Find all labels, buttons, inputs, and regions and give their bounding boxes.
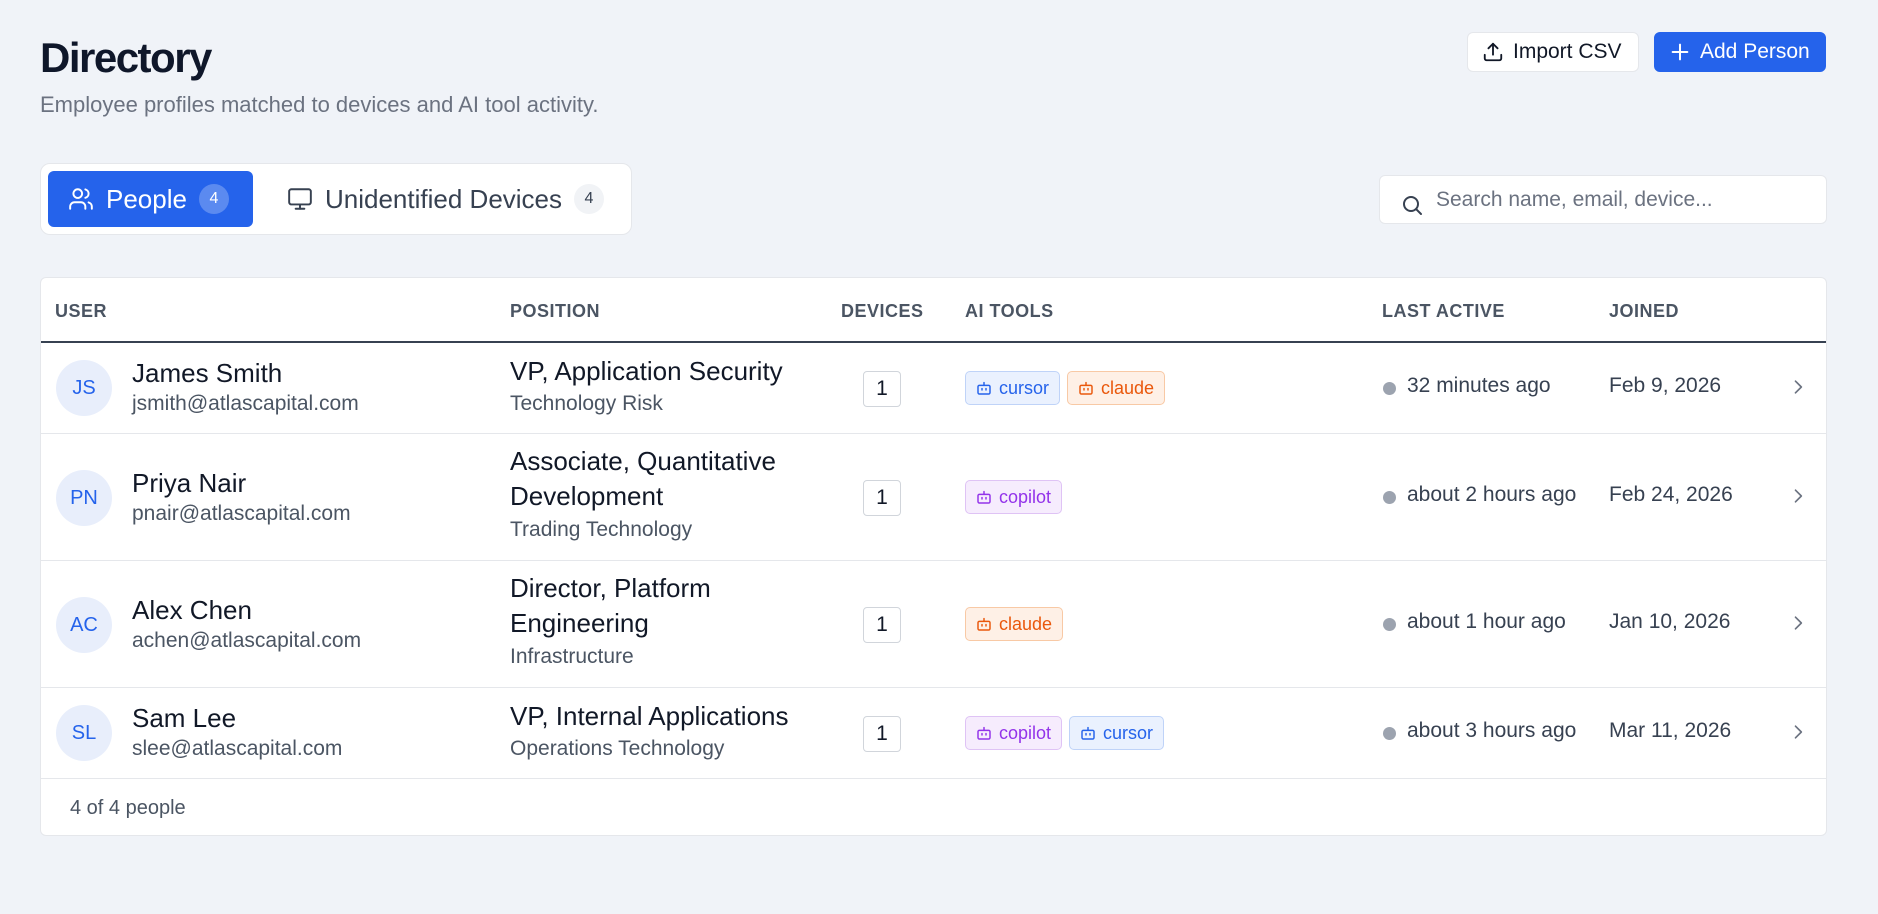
device-count[interactable]: 1 xyxy=(863,716,901,752)
ai-tools: claude xyxy=(965,607,1064,641)
position-department: Infrastructure xyxy=(510,645,634,668)
joined-date: Feb 9, 2026 xyxy=(1609,374,1722,397)
user-email: jsmith@atlascapital.com xyxy=(132,392,359,415)
user-email: pnair@atlascapital.com xyxy=(132,502,351,525)
device-count[interactable]: 1 xyxy=(863,607,901,643)
tool-tag-label: copilot xyxy=(999,486,1052,507)
tool-tag-label: copilot xyxy=(999,722,1052,743)
plus-icon xyxy=(1671,43,1689,61)
monitor-icon xyxy=(288,188,312,210)
tab-people-count: 4 xyxy=(198,184,229,214)
last-active: about 3 hours ago xyxy=(1407,719,1577,742)
column-header-user[interactable]: USER xyxy=(55,301,107,322)
tool-tag-claude[interactable]: claude xyxy=(965,607,1064,641)
chevron-right-icon[interactable] xyxy=(1788,613,1808,633)
position-title: VP, Internal Applications xyxy=(510,701,789,731)
user-name: James Smith xyxy=(132,358,283,388)
user-name: Sam Lee xyxy=(132,703,237,733)
table-row[interactable]: SL Sam Lee slee@atlascapital.com VP, Int… xyxy=(41,688,1826,779)
tool-tag-cursor[interactable]: cursor xyxy=(965,371,1061,405)
avatar: SL xyxy=(56,705,112,761)
joined-date: Feb 24, 2026 xyxy=(1609,483,1733,506)
position-title: Associate, Quantitative Development xyxy=(510,446,776,511)
directory-tabs: People 4 Unidentified Devices 4 xyxy=(40,163,632,235)
tool-tag-label: cursor xyxy=(1103,722,1154,743)
chevron-right-icon[interactable] xyxy=(1788,377,1808,397)
ai-tools: copilot xyxy=(965,480,1063,514)
tool-tag-cursor[interactable]: cursor xyxy=(1069,716,1165,750)
tool-tag-label: claude xyxy=(1101,377,1155,398)
joined-date: Jan 10, 2026 xyxy=(1609,610,1731,633)
tool-tag-claude[interactable]: claude xyxy=(1067,371,1166,405)
avatar: JS xyxy=(56,360,112,416)
device-count[interactable]: 1 xyxy=(863,480,901,516)
search-icon xyxy=(1403,196,1422,215)
users-icon xyxy=(69,188,93,210)
table-footer-count: 4 of 4 people xyxy=(70,797,186,819)
bot-icon xyxy=(977,617,991,631)
position-department: Trading Technology xyxy=(510,518,693,541)
status-dot xyxy=(1383,382,1396,395)
tab-unidentified-devices-label: Unidentified Devices xyxy=(325,183,563,214)
avatar: AC xyxy=(56,597,112,653)
tab-people[interactable]: People 4 xyxy=(48,171,253,227)
position-title: Director, Platform Engineering xyxy=(510,573,711,638)
position-title: VP, Application Security xyxy=(510,356,783,386)
ai-tools: cursor claude xyxy=(965,371,1166,405)
bot-icon xyxy=(1081,726,1095,740)
joined-date: Mar 11, 2026 xyxy=(1609,719,1732,742)
avatar: PN xyxy=(56,470,112,526)
tool-tag-copilot[interactable]: copilot xyxy=(965,480,1063,514)
column-header-devices[interactable]: DEVICES xyxy=(841,301,924,322)
chevron-right-icon[interactable] xyxy=(1788,722,1808,742)
user-email: slee@atlascapital.com xyxy=(132,737,343,760)
last-active: about 2 hours ago xyxy=(1407,483,1577,506)
column-header-last-active[interactable]: LAST ACTIVE xyxy=(1382,301,1505,322)
import-csv-label: Import CSV xyxy=(1513,40,1622,63)
table-row[interactable]: PN Priya Nair pnair@atlascapital.com Ass… xyxy=(41,434,1826,561)
table-row[interactable]: AC Alex Chen achen@atlascapital.com Dire… xyxy=(41,561,1826,688)
status-dot xyxy=(1383,491,1396,504)
bot-icon xyxy=(977,381,991,395)
search-input[interactable] xyxy=(1436,176,1816,223)
add-person-button[interactable]: Add Person xyxy=(1654,32,1826,72)
bot-icon xyxy=(977,490,991,504)
tool-tag-label: cursor xyxy=(999,377,1050,398)
status-dot xyxy=(1383,618,1396,631)
last-active: about 1 hour ago xyxy=(1407,610,1566,633)
user-name: Alex Chen xyxy=(132,595,252,625)
user-name: Priya Nair xyxy=(132,468,247,498)
table-header: USER POSITION DEVICES AI TOOLS LAST ACTI… xyxy=(41,278,1826,343)
column-header-position[interactable]: POSITION xyxy=(510,301,600,322)
add-person-label: Add Person xyxy=(1700,40,1810,63)
tab-unidentified-devices[interactable]: Unidentified Devices 4 xyxy=(261,171,624,227)
upload-icon xyxy=(1483,42,1503,62)
status-dot xyxy=(1383,727,1396,740)
position-department: Operations Technology xyxy=(510,737,725,760)
tool-tag-label: claude xyxy=(999,613,1053,634)
page-subtitle: Employee profiles matched to devices and… xyxy=(40,92,599,117)
import-csv-button[interactable]: Import CSV xyxy=(1467,32,1639,72)
user-email: achen@atlascapital.com xyxy=(132,629,362,652)
position-department: Technology Risk xyxy=(510,392,663,415)
ai-tools: copilot cursor xyxy=(965,716,1165,750)
tab-unidentified-devices-count: 4 xyxy=(574,184,604,214)
last-active: 32 minutes ago xyxy=(1407,374,1551,397)
table-row[interactable]: JS James Smith jsmith@atlascapital.com V… xyxy=(41,343,1826,434)
search-box xyxy=(1379,175,1827,224)
tool-tag-copilot[interactable]: copilot xyxy=(965,716,1063,750)
tab-people-label: People xyxy=(106,183,187,214)
bot-icon xyxy=(1079,381,1093,395)
people-table: USER POSITION DEVICES AI TOOLS LAST ACTI… xyxy=(40,277,1827,836)
column-header-joined[interactable]: JOINED xyxy=(1609,301,1679,322)
chevron-right-icon[interactable] xyxy=(1788,486,1808,506)
column-header-ai-tools[interactable]: AI TOOLS xyxy=(965,301,1054,322)
bot-icon xyxy=(977,726,991,740)
device-count[interactable]: 1 xyxy=(863,371,901,407)
page-title: Directory xyxy=(40,34,212,81)
